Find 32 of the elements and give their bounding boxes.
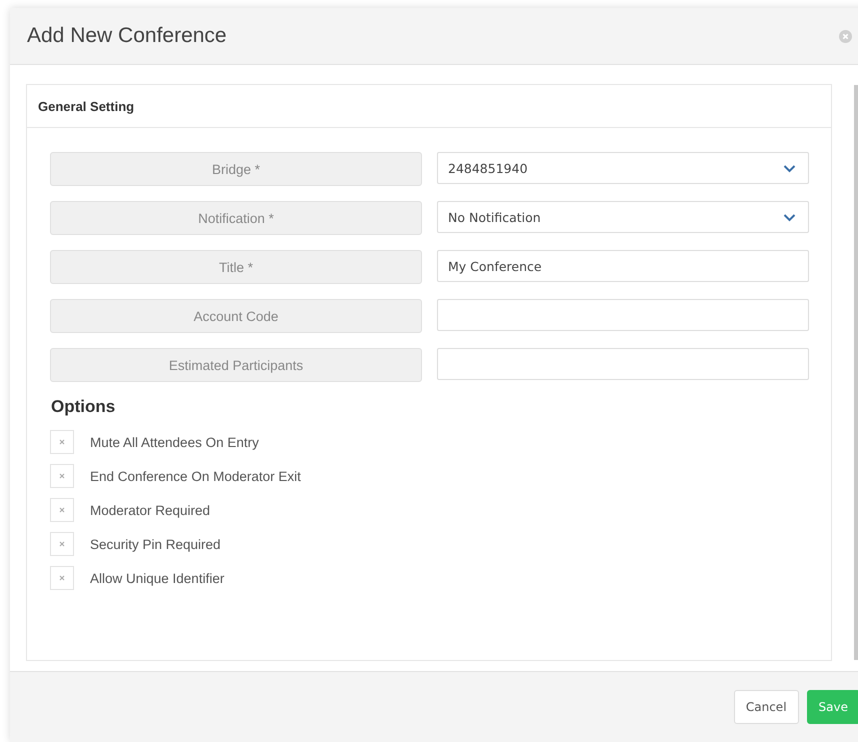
dropdown-field[interactable]: No Notification <box>437 201 809 233</box>
panel-heading: General Setting <box>38 98 134 114</box>
cross-icon <box>57 505 67 515</box>
checkbox[interactable] <box>50 566 74 590</box>
cross-icon <box>57 539 67 549</box>
close-icon[interactable] <box>839 30 852 42</box>
option-label: Security Pin Required <box>90 536 221 552</box>
option-label: Mute All Attendees On Entry <box>90 434 259 450</box>
section-heading: Options <box>51 397 116 417</box>
checkbox[interactable] <box>50 498 74 522</box>
option-label: End Conference On Moderator Exit <box>90 468 301 484</box>
checkbox[interactable] <box>50 430 74 454</box>
chevron-down-icon <box>783 212 796 222</box>
checkbox[interactable] <box>50 532 74 556</box>
field-label: Title * <box>50 250 422 284</box>
field-label: Estimated Participants <box>50 348 422 382</box>
field-label: Notification * <box>50 201 422 235</box>
input-field[interactable] <box>437 299 809 331</box>
option-label: Moderator Required <box>90 502 210 518</box>
cross-icon <box>57 471 67 481</box>
dropdown-field[interactable]: 2484851940 <box>437 152 809 184</box>
field-label: Account Code <box>50 299 422 333</box>
option-label: Allow Unique Identifier <box>90 570 224 586</box>
cancel-button[interactable]: Cancel <box>734 690 799 724</box>
cross-icon <box>57 573 67 583</box>
chevron-down-icon <box>783 164 796 172</box>
cross-icon <box>57 437 67 447</box>
dialog-title: Add New Conference <box>27 24 227 48</box>
input-field[interactable] <box>437 348 809 380</box>
field-label: Bridge * <box>50 152 422 186</box>
checkbox[interactable] <box>50 464 74 488</box>
input-field[interactable]: My Conference <box>437 250 809 282</box>
